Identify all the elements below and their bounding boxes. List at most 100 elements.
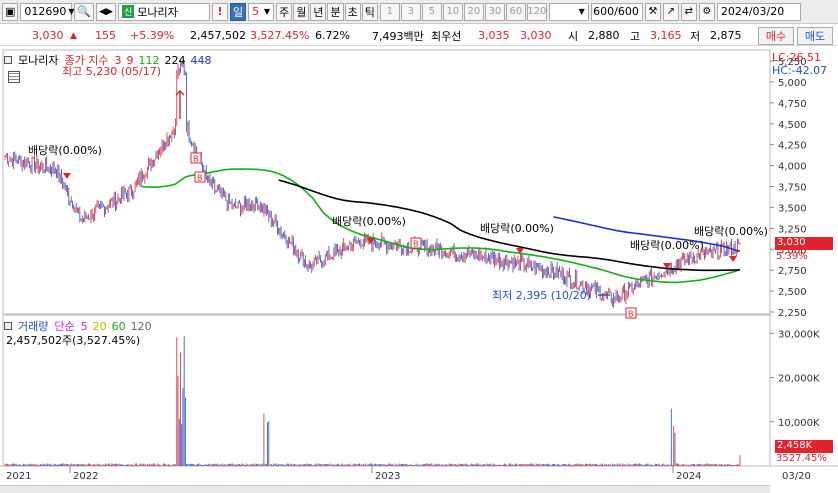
lc-label: LC:26.51 [772,51,822,64]
bar-count-input[interactable]: 600 /600 [590,2,643,21]
price-tick-label: 3,750 [778,183,807,194]
current-price-tag: 3,030 [775,237,833,250]
stock-code: 012690 [24,5,67,18]
dividend-marker-icon [63,173,71,179]
x-tick-label: 03/20 [782,471,811,482]
current-volume-pct-tag: 3527.45% [776,453,827,464]
trend-icon[interactable]: ↗ [662,2,679,21]
period-button[interactable]: 월 [293,2,310,21]
gear-icon[interactable]: ⚙ [698,2,715,21]
price-tick-label: 3,250 [778,224,807,235]
price-tick-label: 4,750 [778,99,807,110]
price-tick-label: 4,250 [778,141,807,152]
turnover: 6.72% [315,29,350,42]
interval-button[interactable]: 1 [379,2,400,21]
volume-ma-period-label: 5 [80,319,88,333]
quote-bar: 3,030 ▲ 155 +5.39% 2,457,502 3,527.45% 6… [0,26,838,46]
alert-button[interactable]: ! [211,2,228,21]
x-tick-label: 2022 [73,471,99,482]
sell-button[interactable]: 매도 [797,27,833,45]
prev-next-icon[interactable]: ◀▶ [96,2,116,21]
open-value: 2,880 [588,29,620,42]
period-button[interactable]: 초 [344,2,361,21]
horizontal-scrollbar[interactable] [0,485,770,493]
search-icon[interactable]: 🔍 [74,2,95,21]
change-value: 155 [95,29,116,42]
period-daily-button[interactable]: 일 [229,2,247,21]
tool-icon[interactable]: ⚒ [644,2,661,21]
volume-ma-period-label: 20 [92,319,107,333]
volume-tick-label: 10,000K [778,418,820,429]
stock-code-input[interactable]: 012690 ▼ [20,2,75,21]
up-arrow-icon: ▲ [70,30,77,41]
dropdown-arrow-icon[interactable]: ▼ [264,7,270,16]
price-pane-title: 모나리자 [18,54,59,67]
volume-tick-label: 30,000K [778,329,820,340]
pane-square-icon [4,56,12,64]
dividend-label: 배당락(0.00%) [332,215,406,228]
low-annotation: 최저 2,395 (10/20) [492,289,592,302]
buy-signal-label: B [628,310,634,319]
ma-112-line [141,168,741,284]
buy-signal-label: B [413,240,419,249]
buy-signal-label: B [197,174,203,183]
high-label: 고 [630,29,641,43]
interval-button[interactable]: 10 [442,2,463,21]
high-value: 3,165 [650,29,682,42]
current-pct-tag: 5.39% [776,251,808,262]
dropdown-arrow-icon[interactable]: ▼ [579,7,585,16]
change-pct: +5.39% [130,29,175,42]
dividend-label: 배당락(0.00%) [694,225,768,238]
volume-ma-period-label: 60 [111,319,126,333]
layout-icon[interactable]: ▣ [2,2,19,21]
hc-label: HC:-42.07 [772,64,828,77]
interval-button[interactable]: 5 [421,2,442,21]
volume-value-label: 2,457,502주(3,527.45%) [6,334,141,347]
interval-button[interactable]: 3 [400,2,421,21]
date-value: 2024/03/20 [720,5,785,18]
price-pane-frame [2,49,771,315]
price-tick-label: 5,000 [778,78,807,89]
interval-button[interactable]: 60 [505,2,526,21]
date-input[interactable]: 2024/03/20 [716,2,801,21]
volume-ma-period-label: 120 [130,319,152,333]
interval-dropdown[interactable]: ▼ [548,2,589,21]
volume-value: 2,457,502 [190,29,246,42]
compare-icon[interactable]: ⇄ [680,2,697,21]
x-tick-label: 2023 [375,471,401,482]
period-value-input[interactable]: 5 ▼ [248,2,275,21]
interval-button[interactable]: 120 [526,2,547,21]
bar-total: /600 [614,5,639,18]
dividend-label: 배당락(0.00%) [28,144,102,157]
price-tick-label: 2,500 [778,287,807,298]
stock-name: 모나리자 [137,5,178,19]
ma-period-label: 224 [164,53,186,67]
pane-square-icon [4,322,12,330]
trade-amount: 7,493백만 [372,29,424,43]
best-ask: 3,035 [478,29,510,42]
volume-ratio: 3,527.45% [250,29,310,42]
bar-count: 600 [593,5,615,18]
period-button[interactable]: 틱 [361,2,378,21]
price-tick-label: 4,500 [778,120,807,131]
toolbar: ▣ 012690 ▼ 🔍 ◀▶ 신 모나리자 ! 일 5 ▼ 주월년분초틱 13… [0,0,838,24]
stock-name-box[interactable]: 신 모나리자 [117,2,210,21]
interval-button[interactable]: 20 [463,2,484,21]
period-value: 5 [252,5,260,18]
period-button[interactable]: 년 [310,2,327,21]
price-tick-label: 2,750 [778,266,807,277]
grid-table-icon[interactable] [8,71,20,83]
price-tick-label: 3,500 [778,203,807,214]
period-button[interactable]: 분 [327,2,344,21]
interval-button[interactable]: 30 [484,2,505,21]
x-tick-label: 2021 [6,471,32,482]
open-label: 시 [568,29,579,43]
period-button[interactable]: 주 [276,2,293,21]
credit-badge: 신 [121,5,135,18]
best-ask-label: 최우선 [431,29,462,43]
best-bid: 3,030 [520,29,552,42]
current-price: 3,030 [32,29,64,42]
low-value: 2,875 [710,29,742,42]
buy-button[interactable]: 매수 [758,27,794,45]
current-volume-tag: 2,458K [775,440,833,453]
